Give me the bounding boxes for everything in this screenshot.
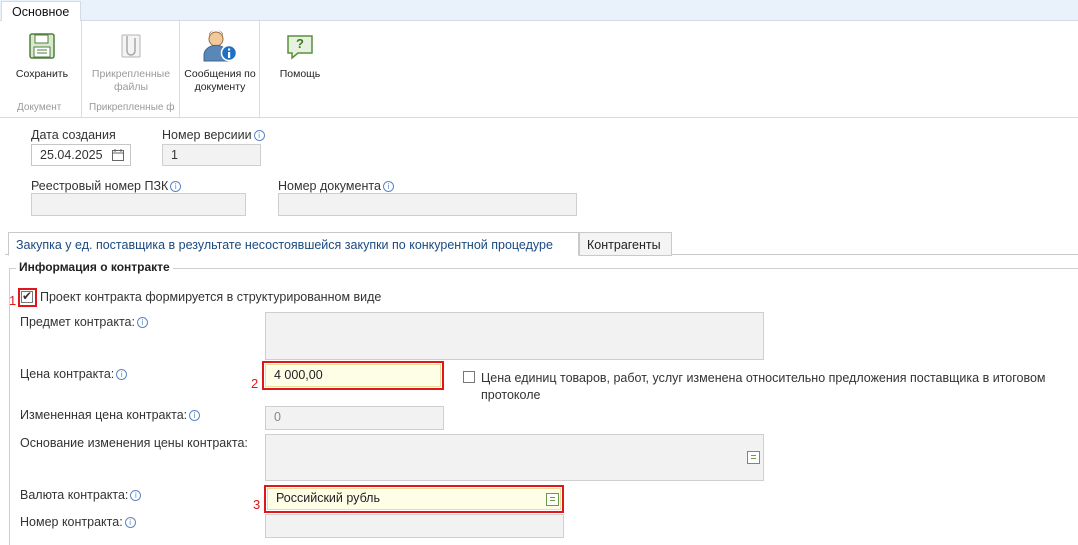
list-icon[interactable] [747,451,760,464]
messages-button[interactable]: Сообщения по документу [180,28,260,93]
tab-procurement[interactable]: Закупка у ед. поставщика в результате не… [8,232,579,256]
version-label: Номер версиии i [162,128,265,142]
ribbon-separator [179,21,180,117]
currency-label: Валюта контракта: i [20,488,142,502]
calendar-icon[interactable] [112,149,124,161]
document-number-label: Номер документа i [278,179,394,193]
attached-files-button[interactable]: Прикрепленные файлы [86,28,176,93]
save-button[interactable]: Сохранить [8,28,76,82]
ribbon-group-attached: Прикрепленные ф [89,102,175,113]
ribbon-separator [259,21,260,117]
contract-info-title: Информация о контракте [16,260,173,274]
change-reason-label: Основание изменения цены контракта: [20,436,248,450]
registry-number-label: Реестровый номер ПЗК i [31,179,182,193]
help-label: Помощь [279,68,321,80]
ribbon-tab-main[interactable]: Основное [1,1,81,22]
help-button[interactable]: ? Помощь [268,28,332,82]
messages-label-2: документу [194,81,246,93]
info-icon[interactable]: i [253,130,265,141]
ribbon-separator [81,21,82,117]
info-icon[interactable]: i [170,181,182,192]
unit-price-changed-label-2: протоколе [481,388,541,402]
info-icon[interactable]: i [136,317,148,328]
tab-counterparties[interactable]: Контрагенты [579,232,672,256]
creation-date-value: 25.04.2025 [40,148,103,162]
attached-label-2: файлы [113,81,149,93]
changed-price-field: 0 [265,406,444,430]
change-reason-field [265,434,764,481]
help-glyph: ? [296,36,304,51]
document-number-field [278,193,577,216]
list-icon[interactable] [546,493,559,506]
creation-date-label: Дата создания [31,128,116,142]
save-icon [29,33,55,59]
creation-date-field[interactable]: 25.04.2025 [31,144,131,166]
marker-2: 2 [251,376,259,391]
ribbon-tabstrip [0,0,1078,21]
save-label: Сохранить [15,68,69,80]
messages-label-1: Сообщения по [184,68,256,80]
price-input[interactable]: 4 000,00 [265,364,441,387]
marker-3: 3 [253,497,261,512]
user-info-icon [203,30,238,62]
marker-1: 1 [9,293,17,308]
info-icon[interactable]: i [116,369,128,380]
structured-checkbox[interactable]: ✔ [21,289,33,303]
info-icon[interactable]: i [124,517,136,528]
subject-field [265,312,764,360]
currency-select[interactable]: Российский рубль [267,488,561,510]
paperclip-icon [121,34,141,58]
ribbon-group-document: Документ [17,102,62,113]
version-field: 1 [162,144,261,166]
subject-label: Предмет контракта: i [20,315,148,329]
changed-price-label: Измененная цена контракта: i [20,408,201,422]
info-icon[interactable]: i [130,490,142,501]
check-icon: ✔ [22,289,33,303]
unit-price-changed-checkbox[interactable] [463,371,475,383]
attached-label-1: Прикрепленные [91,68,171,80]
price-label: Цена контракта: i [20,367,128,381]
structured-checkbox-label: Проект контракта формируется в структури… [40,290,382,304]
contract-number-label: Номер контракта: i [20,515,136,529]
info-icon[interactable]: i [189,410,201,421]
info-icon[interactable]: i [382,181,394,192]
contract-number-field [265,514,564,538]
unit-price-changed-label-1: Цена единиц товаров, работ, услуг измене… [481,371,1046,385]
registry-number-field [31,193,246,216]
